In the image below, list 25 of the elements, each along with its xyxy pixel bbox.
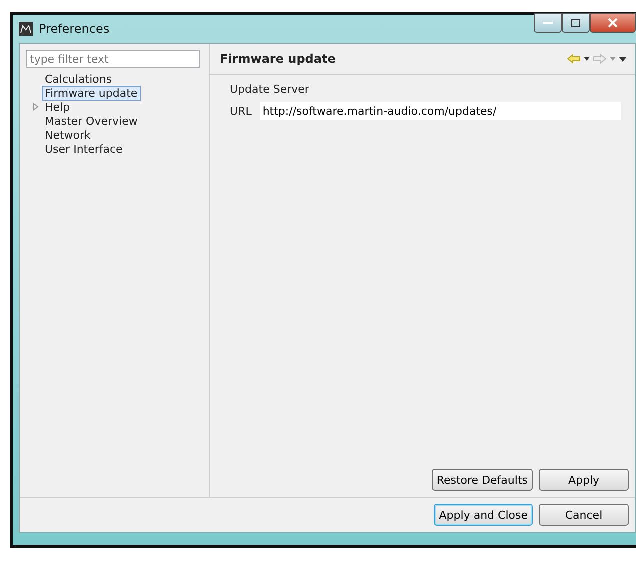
- tree-item[interactable]: User Interface: [42, 142, 126, 156]
- app-icon: [19, 22, 33, 36]
- filter-field[interactable]: type filter text: [26, 50, 200, 68]
- minimize-button[interactable]: [534, 13, 562, 33]
- window-title: Preferences: [39, 22, 110, 36]
- maximize-button[interactable]: [562, 13, 590, 33]
- dialog-button[interactable]: Cancel: [539, 504, 629, 526]
- tree-item[interactable]: Calculations: [42, 72, 116, 86]
- page-title: Firmware update: [220, 52, 336, 66]
- tree-item[interactable]: Network: [42, 128, 94, 142]
- tree-item[interactable]: Firmware update: [42, 86, 141, 100]
- group-label: Update Server: [230, 83, 310, 96]
- url-label: URL: [230, 104, 252, 118]
- tree-item[interactable]: Master Overview: [42, 114, 141, 128]
- url-field[interactable]: http://software.martin-audio.com/updates/: [260, 102, 621, 120]
- page-button[interactable]: Restore Defaults: [432, 469, 533, 491]
- close-icon: [608, 18, 618, 28]
- view-menu-icon[interactable]: [619, 56, 627, 62]
- close-button[interactable]: [590, 13, 636, 33]
- dropdown-icon[interactable]: [584, 57, 590, 61]
- maximize-icon: [571, 18, 581, 28]
- tree-item[interactable]: Help: [42, 100, 74, 114]
- minimize-icon: [543, 21, 553, 25]
- dialog-button[interactable]: Apply and Close: [434, 504, 533, 526]
- page-button[interactable]: Apply: [539, 469, 629, 491]
